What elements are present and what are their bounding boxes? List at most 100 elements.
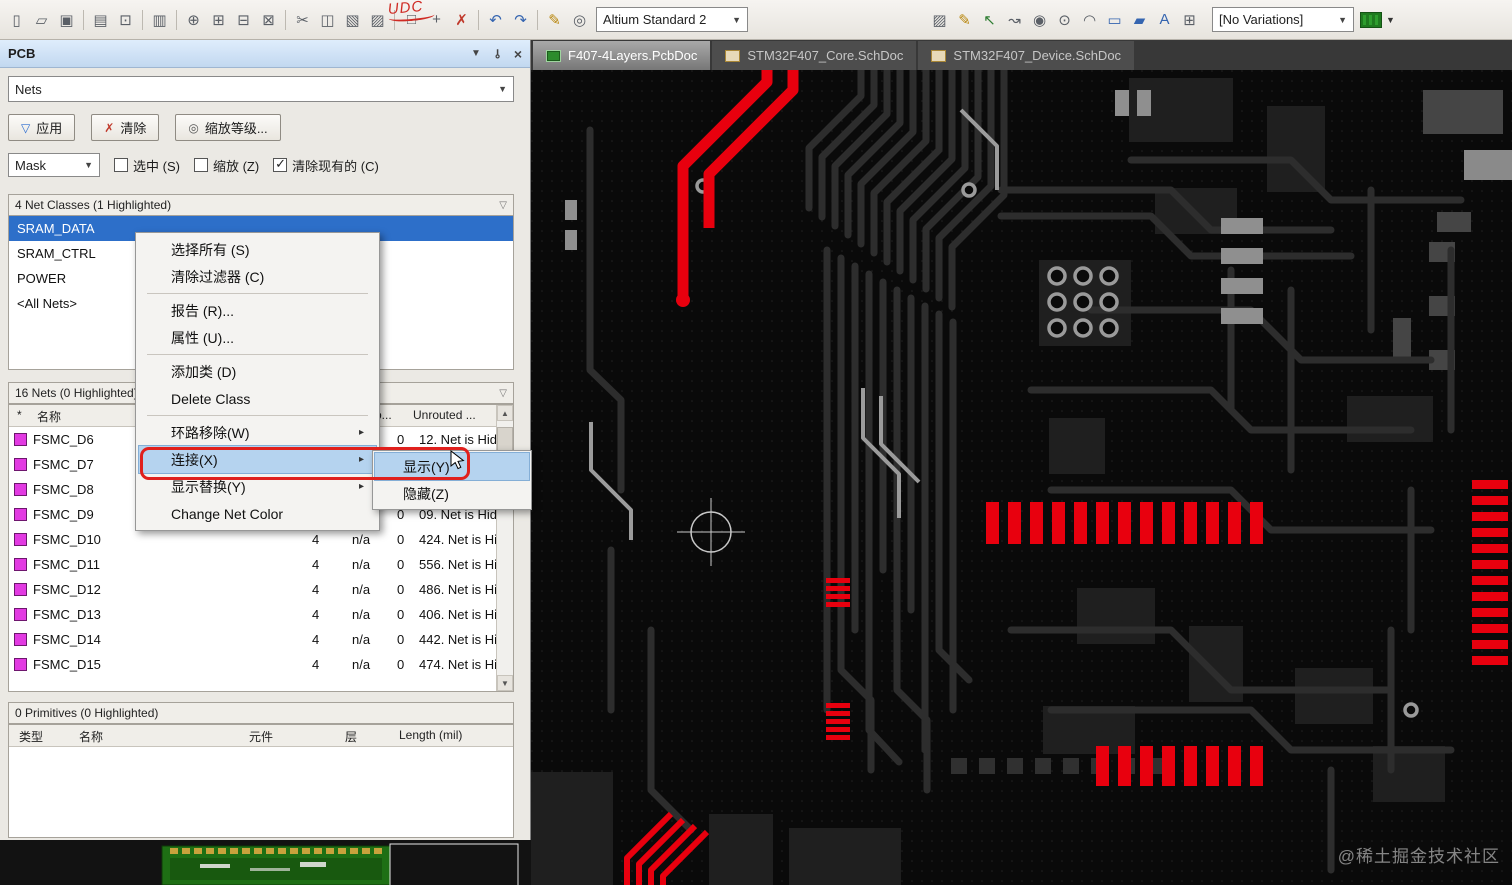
interactive-route-icon[interactable]: ↝	[1002, 7, 1027, 32]
net-color-swatch[interactable]	[14, 583, 27, 596]
context-menu-item[interactable]: 属性 (U)...	[139, 324, 376, 351]
net-color-swatch[interactable]	[14, 633, 27, 646]
net-row[interactable]: FSMC_D14 4 n/a 0 442. Net is Hidden	[9, 627, 496, 652]
place-via-icon[interactable]: ⊙	[1052, 7, 1077, 32]
toolbar-separator[interactable]	[79, 7, 88, 32]
context-menu-item[interactable]	[147, 293, 368, 294]
net-color-swatch[interactable]	[14, 608, 27, 621]
mask-select[interactable]: Mask ▼	[8, 153, 100, 177]
new-document-icon[interactable]: ▯	[4, 7, 29, 32]
nets-scrollbar[interactable]: ▲ ▼	[496, 405, 513, 691]
context-menu-item[interactable]: 环路移除(W) ▸	[139, 419, 376, 446]
place-line-icon[interactable]: ✎	[542, 7, 567, 32]
net-row[interactable]: FSMC_D13 4 n/a 0 406. Net is Hidden	[9, 602, 496, 627]
zoom-area-icon[interactable]: ⊞	[206, 7, 231, 32]
net-color-swatch[interactable]	[14, 483, 27, 496]
clear-button[interactable]: ✗ 清除	[91, 114, 160, 141]
filter-icon[interactable]: ▽	[499, 388, 507, 399]
place-arc-icon[interactable]: ◠	[1077, 7, 1102, 32]
context-submenu: 显示(Y) 隐藏(Z)	[372, 450, 532, 510]
document-options-icon[interactable]: ▥	[147, 7, 172, 32]
variations-combo[interactable]: [No Variations] ▼	[1212, 7, 1354, 32]
context-menu-item[interactable]: 清除过滤器 (C)	[139, 263, 376, 290]
find-icon[interactable]: ◎	[567, 7, 592, 32]
select-checkbox[interactable]: 选中 (S)	[114, 156, 180, 175]
cut-icon[interactable]: ✂	[290, 7, 315, 32]
clear-existing-checkbox[interactable]: 清除现有的 (C)	[273, 156, 379, 175]
toolbar-separator[interactable]	[281, 7, 290, 32]
submenu-item[interactable]: 显示(Y)	[374, 452, 530, 481]
submenu-arrow-icon: ▸	[358, 481, 364, 492]
filter-icon[interactable]: ▽	[499, 200, 507, 211]
net-row[interactable]: FSMC_D12 4 n/a 0 486. Net is Hidden	[9, 577, 496, 602]
select-cursor-icon[interactable]: ↖	[977, 7, 1002, 32]
context-menu-item[interactable]: 选择所有 (S)	[139, 236, 376, 263]
clear-filter-icon[interactable]: ✗	[449, 7, 474, 32]
place-string-icon[interactable]: A	[1152, 7, 1177, 32]
net-row[interactable]: FSMC_D15 4 n/a 0 474. Net is Hidden	[9, 652, 496, 677]
board-preview[interactable]	[0, 840, 531, 885]
zoom-in-icon[interactable]: ⊕	[181, 7, 206, 32]
apply-button[interactable]: ▽ 应用	[8, 114, 76, 141]
zoom-level-button[interactable]: ◎ 缩放等级...	[175, 114, 281, 141]
panel-menu-icon[interactable]: ▼	[471, 48, 481, 59]
primitives-column-header[interactable]: 类型 名称 元件 层 Length (mil)	[9, 725, 513, 747]
net-color-swatch[interactable]	[14, 558, 27, 571]
submenu-arrow-icon: ▸	[358, 454, 364, 465]
tab-stm32f407-device-schdoc[interactable]: STM32F407_Device.SchDoc	[918, 41, 1135, 70]
place-grid-icon[interactable]: ⊞	[1177, 7, 1202, 32]
net-color-swatch[interactable]	[14, 533, 27, 546]
copy-icon[interactable]: ◫	[315, 7, 340, 32]
zoom-fit-icon[interactable]: ⊟	[231, 7, 256, 32]
panel-mode-select[interactable]: Nets ▼	[8, 76, 514, 102]
print-icon[interactable]: ▤	[88, 7, 113, 32]
context-menu-item[interactable]: 添加类 (D)	[139, 358, 376, 385]
context-menu-item[interactable]: 显示替换(Y) ▸	[139, 473, 376, 500]
submenu-item[interactable]: 隐藏(Z)	[375, 480, 529, 507]
toolbar-separator[interactable]	[172, 7, 181, 32]
context-menu-item[interactable]	[147, 354, 368, 355]
context-menu-item[interactable]	[147, 415, 368, 416]
toolbar-separator[interactable]	[533, 7, 542, 32]
place-pad-icon[interactable]: ◉	[1027, 7, 1052, 32]
net-color-swatch[interactable]	[14, 433, 27, 446]
open-document-icon[interactable]: ▱	[29, 7, 54, 32]
context-menu-item[interactable]: 报告 (R)...	[139, 297, 376, 324]
variant-board-icon[interactable]	[1360, 11, 1382, 28]
toolbar-separator[interactable]	[474, 7, 483, 32]
toolbar-style-combo[interactable]: Altium Standard 2 ▼	[596, 7, 748, 32]
net-row[interactable]: FSMC_D11 4 n/a 0 556. Net is Hidden	[9, 552, 496, 577]
submenu-arrow-icon: ▸	[358, 427, 364, 438]
print-preview-icon[interactable]: ⊡	[113, 7, 138, 32]
toolbar-separator[interactable]	[138, 7, 147, 32]
draw-icon[interactable]: ✎	[952, 7, 977, 32]
pin-icon[interactable]: ⊸	[489, 48, 505, 59]
net-color-swatch[interactable]	[14, 658, 27, 671]
place-rect-icon[interactable]: ▭	[1102, 7, 1127, 32]
context-menu-item[interactable]: Delete Class	[139, 385, 376, 412]
tab-stm32f407-core-schdoc[interactable]: STM32F407_Core.SchDoc	[712, 41, 917, 70]
close-icon[interactable]: ×	[514, 46, 522, 62]
net-color-swatch[interactable]	[14, 508, 27, 521]
save-icon[interactable]: ▣	[54, 7, 79, 32]
net-color-swatch[interactable]	[14, 458, 27, 471]
hatch-fill-icon[interactable]: ▨	[927, 7, 952, 32]
context-menu-item[interactable]: Change Net Color	[139, 500, 376, 527]
mask-checkboxes: 选中 (S) 缩放 (Z) 清除现有的 (C)	[114, 156, 379, 175]
tab-f407-pcbdoc[interactable]: F407-4Layers.PcbDoc	[533, 41, 711, 70]
pcb-canvas[interactable]: @稀土掘金技术社区	[531, 58, 1512, 885]
context-menu: 选择所有 (S) 清除过滤器 (C) 报告 (R)... 属性 (U)... 添…	[135, 232, 380, 531]
place-fill-icon[interactable]: ▰	[1127, 7, 1152, 32]
chevron-down-icon: ▼	[1338, 14, 1347, 25]
scroll-up-icon[interactable]: ▲	[497, 405, 513, 421]
watermark: @稀土掘金技术社区	[1337, 847, 1500, 866]
undo-icon[interactable]: ↶	[483, 7, 508, 32]
checkbox-box	[193, 158, 208, 172]
zoom-selection-icon[interactable]: ⊠	[256, 7, 281, 32]
clipboard-icon[interactable]: ▨	[365, 7, 390, 32]
redo-icon[interactable]: ↷	[508, 7, 533, 32]
scroll-down-icon[interactable]: ▼	[497, 675, 513, 691]
zoom-checkbox[interactable]: 缩放 (Z)	[193, 156, 259, 175]
paste-icon[interactable]: ▧	[340, 7, 365, 32]
context-menu-item[interactable]: 连接(X) ▸	[138, 445, 377, 474]
